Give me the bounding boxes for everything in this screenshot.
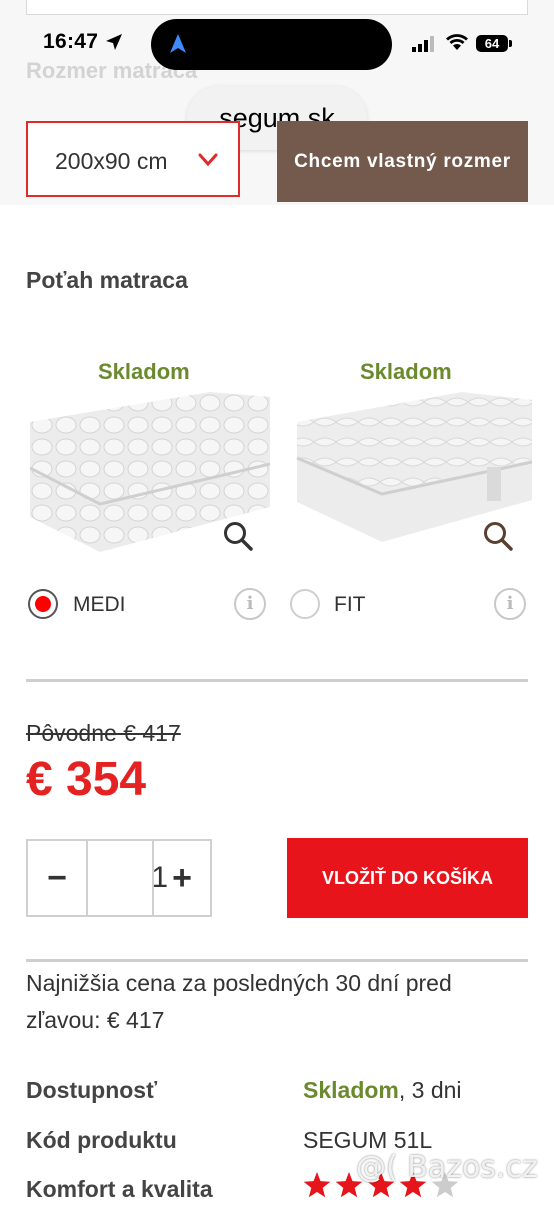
- availability-value: Skladom, 3 dni: [303, 1077, 462, 1104]
- original-price: Pôvodne € 417: [26, 720, 181, 746]
- cover-section-title: Poťah matraca: [26, 267, 188, 293]
- radio-fit[interactable]: [290, 589, 320, 619]
- battery-icon: 64: [476, 35, 508, 52]
- magnifier-icon[interactable]: [482, 520, 514, 552]
- current-price: € 354: [26, 753, 147, 806]
- size-select[interactable]: 200x90 cm: [26, 121, 240, 197]
- option-medi-image[interactable]: [30, 392, 270, 554]
- location-arrow-icon: [106, 34, 122, 50]
- previous-card-edge: [26, 0, 528, 15]
- navigation-arrow-icon: [170, 34, 186, 53]
- watermark: @( Bazos.cz: [356, 1150, 538, 1185]
- battery-tip: [509, 40, 512, 47]
- availability-label: Dostupnosť: [26, 1077, 158, 1103]
- availability-status: Skladom: [303, 1077, 399, 1103]
- magnifier-icon[interactable]: [222, 520, 254, 552]
- custom-size-button[interactable]: Chcem vlastný rozmer: [277, 121, 528, 202]
- divider: [26, 959, 528, 962]
- product-code-label: Kód produktu: [26, 1127, 177, 1153]
- availability-days: , 3 dni: [398, 1077, 462, 1103]
- add-to-cart-button[interactable]: VLOŽIŤ DO KOŠÍKA: [287, 838, 528, 918]
- size-select-value: 200x90 cm: [55, 148, 168, 174]
- option-medi-label: MEDI: [73, 593, 126, 616]
- option-fit-label: FIT: [334, 593, 366, 616]
- radio-selected-dot: [35, 596, 51, 612]
- quantity-minus-button[interactable]: −: [28, 841, 86, 915]
- quantity-input[interactable]: 1: [88, 841, 168, 915]
- divider: [26, 679, 528, 682]
- quantity-stepper: − 1 +: [26, 839, 212, 917]
- info-icon[interactable]: i: [494, 588, 526, 620]
- comfort-label: Komfort a kvalita: [26, 1176, 213, 1202]
- radio-medi[interactable]: [28, 589, 58, 619]
- signal-icon: [412, 36, 434, 52]
- option-fit-availability: Skladom: [360, 359, 452, 384]
- star-icon: [303, 1172, 331, 1198]
- wifi-icon: [446, 34, 468, 50]
- option-medi-availability: Skladom: [98, 359, 190, 384]
- info-icon[interactable]: i: [234, 588, 266, 620]
- option-fit-image[interactable]: [292, 392, 532, 554]
- status-time: 16:47: [43, 30, 99, 53]
- quantity-plus-button[interactable]: +: [154, 841, 210, 915]
- lowest-price-note: Najnižšia cena za posledných 30 dní pred…: [26, 970, 452, 1033]
- chevron-down-icon: [198, 153, 218, 167]
